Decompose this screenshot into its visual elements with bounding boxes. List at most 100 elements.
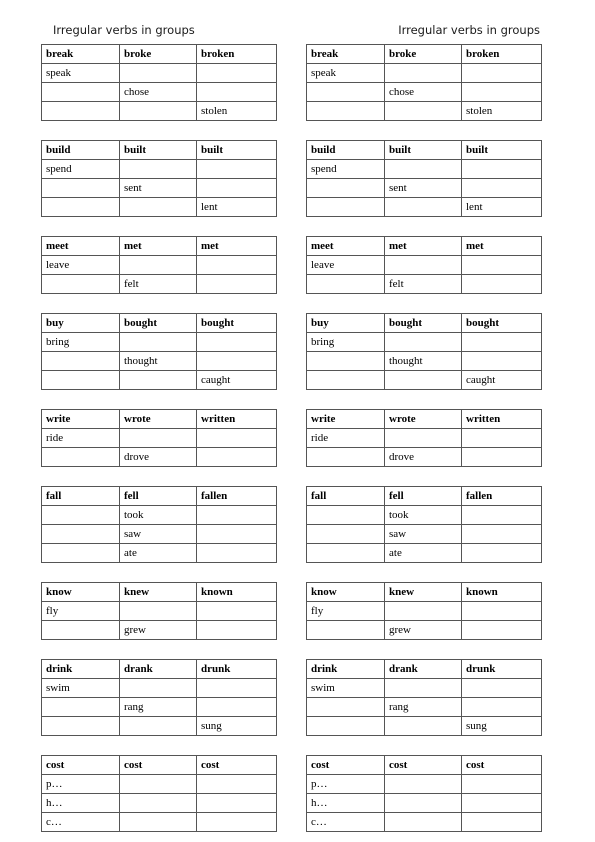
blank-answer-cell[interactable] (119, 428, 197, 448)
blank-answer-cell[interactable] (384, 678, 462, 698)
blank-answer-cell[interactable] (41, 543, 120, 563)
blank-answer-cell[interactable] (461, 63, 542, 83)
blank-answer-cell[interactable] (196, 255, 277, 275)
blank-answer-cell[interactable] (461, 351, 542, 371)
blank-answer-cell[interactable] (306, 716, 385, 736)
blank-answer-cell[interactable] (119, 716, 197, 736)
table-row: rang (41, 697, 277, 717)
blank-answer-cell[interactable] (196, 274, 277, 294)
blank-answer-cell[interactable] (196, 178, 277, 198)
blank-answer-cell[interactable] (196, 620, 277, 640)
blank-answer-cell[interactable] (306, 697, 385, 717)
blank-answer-cell[interactable] (306, 351, 385, 371)
blank-answer-cell[interactable] (306, 178, 385, 198)
blank-answer-cell[interactable] (119, 159, 197, 179)
blank-answer-cell[interactable] (384, 774, 462, 794)
blank-answer-cell[interactable] (461, 774, 542, 794)
blank-answer-cell[interactable] (196, 543, 277, 563)
blank-answer-cell[interactable] (384, 63, 462, 83)
blank-answer-cell[interactable] (306, 447, 385, 467)
header-cell: built (119, 140, 197, 160)
blank-answer-cell[interactable] (119, 601, 197, 621)
blank-answer-cell[interactable] (119, 793, 197, 813)
blank-answer-cell[interactable] (119, 197, 197, 217)
blank-answer-cell[interactable] (384, 370, 462, 390)
blank-answer-cell[interactable] (41, 178, 120, 198)
blank-answer-cell[interactable] (461, 82, 542, 102)
blank-answer-cell[interactable] (306, 101, 385, 121)
blank-answer-cell[interactable] (196, 793, 277, 813)
blank-answer-cell[interactable] (119, 101, 197, 121)
blank-answer-cell[interactable] (306, 370, 385, 390)
blank-answer-cell[interactable] (306, 543, 385, 563)
blank-answer-cell[interactable] (384, 601, 462, 621)
blank-answer-cell[interactable] (461, 447, 542, 467)
blank-answer-cell[interactable] (384, 793, 462, 813)
blank-answer-cell[interactable] (306, 505, 385, 525)
blank-answer-cell[interactable] (41, 197, 120, 217)
blank-answer-cell[interactable] (306, 274, 385, 294)
blank-answer-cell[interactable] (461, 812, 542, 832)
blank-answer-cell[interactable] (306, 82, 385, 102)
blank-answer-cell[interactable] (41, 101, 120, 121)
blank-answer-cell[interactable] (41, 716, 120, 736)
blank-answer-cell[interactable] (196, 428, 277, 448)
blank-answer-cell[interactable] (461, 601, 542, 621)
blank-answer-cell[interactable] (384, 332, 462, 352)
blank-answer-cell[interactable] (461, 793, 542, 813)
blank-answer-cell[interactable] (196, 447, 277, 467)
blank-answer-cell[interactable] (461, 332, 542, 352)
blank-answer-cell[interactable] (461, 524, 542, 544)
blank-answer-cell[interactable] (41, 620, 120, 640)
blank-answer-cell[interactable] (461, 159, 542, 179)
blank-answer-cell[interactable] (461, 697, 542, 717)
blank-answer-cell[interactable] (384, 197, 462, 217)
blank-answer-cell[interactable] (461, 255, 542, 275)
blank-answer-cell[interactable] (461, 505, 542, 525)
blank-answer-cell[interactable] (384, 812, 462, 832)
blank-answer-cell[interactable] (41, 274, 120, 294)
blank-answer-cell[interactable] (41, 524, 120, 544)
blank-answer-cell[interactable] (119, 63, 197, 83)
blank-answer-cell[interactable] (461, 678, 542, 698)
blank-answer-cell[interactable] (461, 620, 542, 640)
blank-answer-cell[interactable] (461, 274, 542, 294)
blank-answer-cell[interactable] (196, 812, 277, 832)
blank-answer-cell[interactable] (119, 332, 197, 352)
blank-answer-cell[interactable] (196, 774, 277, 794)
blank-answer-cell[interactable] (306, 620, 385, 640)
blank-answer-cell[interactable] (196, 678, 277, 698)
blank-answer-cell[interactable] (196, 351, 277, 371)
blank-answer-cell[interactable] (196, 63, 277, 83)
blank-answer-cell[interactable] (306, 197, 385, 217)
header-cell: cost (41, 755, 120, 775)
blank-answer-cell[interactable] (196, 697, 277, 717)
blank-answer-cell[interactable] (306, 524, 385, 544)
blank-answer-cell[interactable] (119, 255, 197, 275)
blank-answer-cell[interactable] (384, 255, 462, 275)
blank-answer-cell[interactable] (196, 601, 277, 621)
blank-answer-cell[interactable] (196, 159, 277, 179)
blank-answer-cell[interactable] (384, 716, 462, 736)
blank-answer-cell[interactable] (196, 524, 277, 544)
blank-answer-cell[interactable] (384, 101, 462, 121)
blank-answer-cell[interactable] (41, 82, 120, 102)
blank-answer-cell[interactable] (461, 428, 542, 448)
blank-answer-cell[interactable] (119, 812, 197, 832)
blank-answer-cell[interactable] (196, 82, 277, 102)
blank-answer-cell[interactable] (461, 178, 542, 198)
blank-answer-cell[interactable] (384, 428, 462, 448)
blank-answer-cell[interactable] (41, 447, 120, 467)
header-cell: cost (461, 755, 542, 775)
blank-answer-cell[interactable] (41, 697, 120, 717)
blank-answer-cell[interactable] (384, 159, 462, 179)
blank-answer-cell[interactable] (119, 774, 197, 794)
blank-answer-cell[interactable] (41, 370, 120, 390)
blank-answer-cell[interactable] (119, 678, 197, 698)
blank-answer-cell[interactable] (41, 505, 120, 525)
blank-answer-cell[interactable] (196, 505, 277, 525)
blank-answer-cell[interactable] (41, 351, 120, 371)
blank-answer-cell[interactable] (119, 370, 197, 390)
blank-answer-cell[interactable] (461, 543, 542, 563)
blank-answer-cell[interactable] (196, 332, 277, 352)
